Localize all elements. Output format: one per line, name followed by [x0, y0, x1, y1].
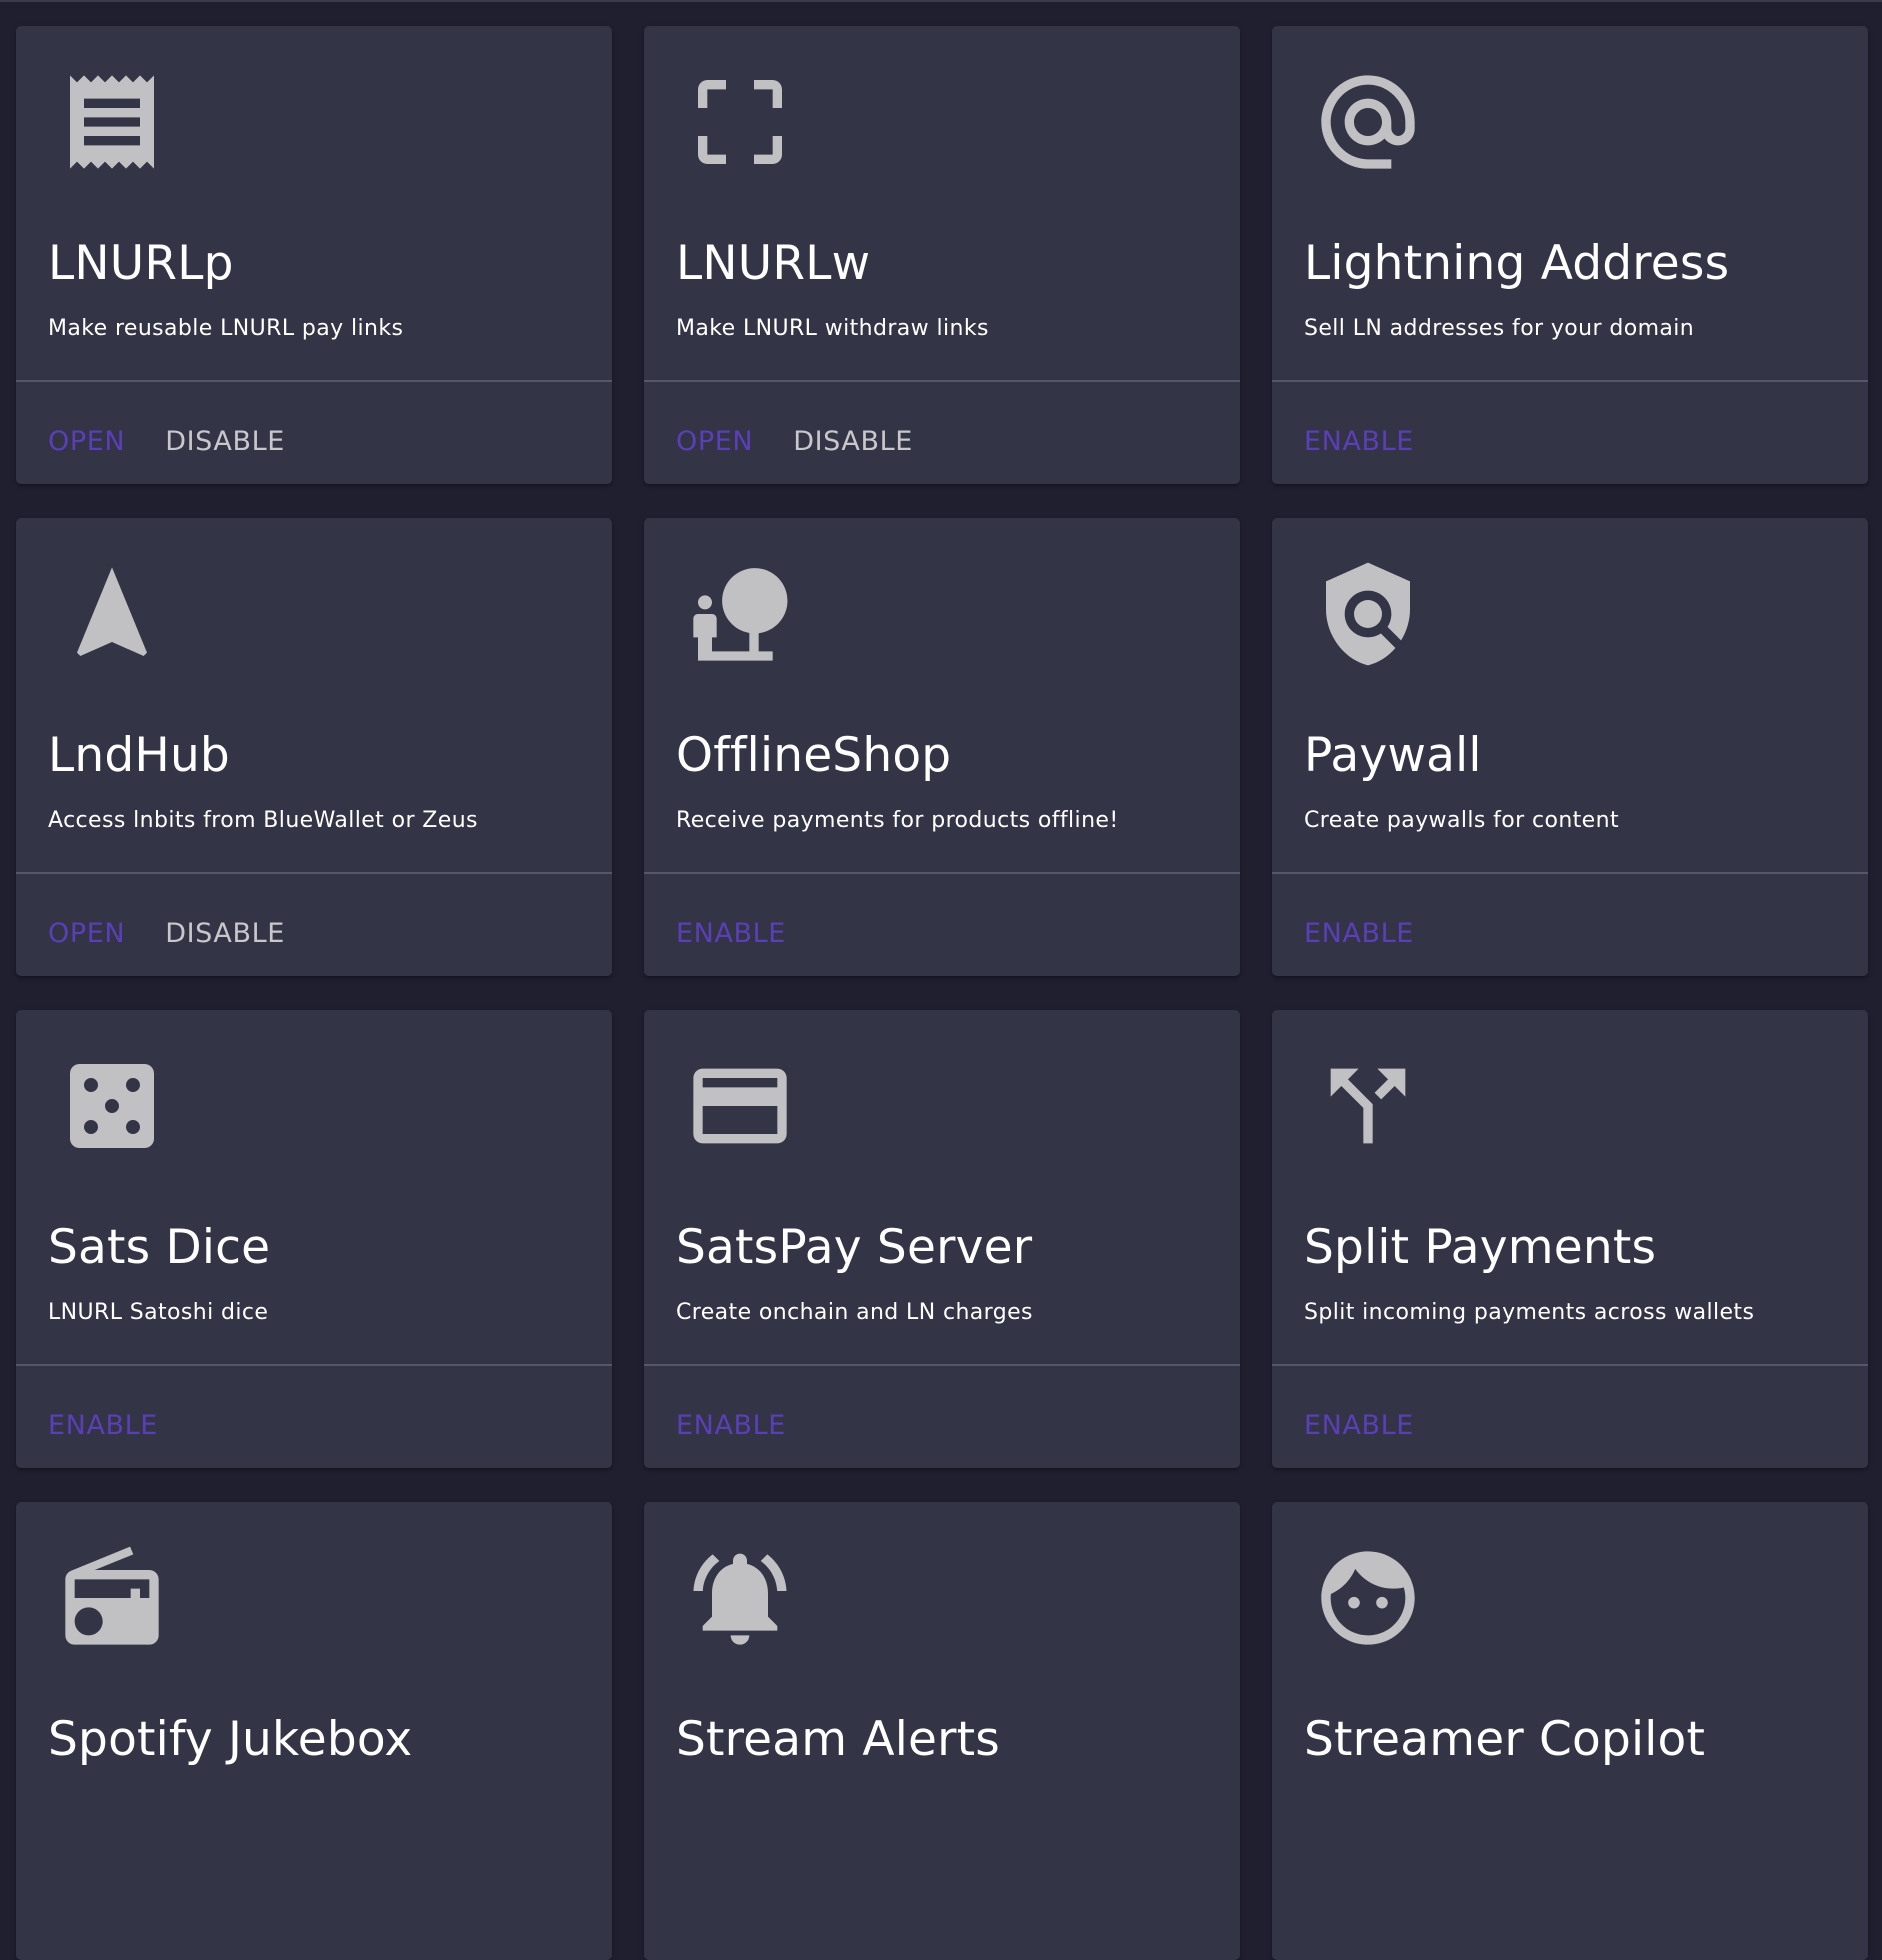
extension-card-lnurlw: LNURLw Make LNURL withdraw links OPEN DISAB… [644, 26, 1240, 484]
extension-description: Receive payments for products offline! [676, 808, 1119, 833]
extension-title: LNURLp [48, 236, 234, 291]
disable-button[interactable]: DISABLE [165, 428, 285, 455]
extension-card-paywall: Paywall Create paywalls for content ENABLE [1272, 518, 1868, 976]
casino-icon [56, 1050, 168, 1162]
extension-card-spotify-jukebox: Spotify Jukebox [16, 1502, 612, 1960]
enable-button[interactable]: ENABLE [676, 1412, 786, 1439]
card-actions: ENABLE [48, 1412, 158, 1439]
call-split-icon [1312, 1050, 1424, 1162]
extension-card-stream-alerts: Stream Alerts [644, 1502, 1240, 1960]
card-divider [16, 380, 612, 382]
extension-description: Split incoming payments across wallets [1304, 1300, 1755, 1325]
card-divider [16, 1364, 612, 1366]
card-divider [644, 1364, 1240, 1366]
extension-title: LNURLw [676, 236, 871, 291]
open-button[interactable]: OPEN [676, 428, 753, 455]
open-button[interactable]: OPEN [48, 920, 125, 947]
disable-button[interactable]: DISABLE [793, 428, 913, 455]
card-actions: ENABLE [676, 1412, 786, 1439]
extension-title: Spotify Jukebox [48, 1712, 413, 1767]
extension-description: Create onchain and LN charges [676, 1300, 1033, 1325]
navigation-icon [56, 558, 168, 670]
extension-description: Make LNURL withdraw links [676, 316, 989, 341]
extension-title: Paywall [1304, 728, 1482, 783]
card-actions: ENABLE [1304, 1412, 1414, 1439]
extension-description: LNURL Satoshi dice [48, 1300, 269, 1325]
extension-card-lightning-address: Lightning Address Sell LN addresses for y… [1272, 26, 1868, 484]
extension-title: LndHub [48, 728, 230, 783]
extension-title: Split Payments [1304, 1220, 1657, 1275]
enable-button[interactable]: ENABLE [676, 920, 786, 947]
extension-title: Streamer Copilot [1304, 1712, 1706, 1767]
extension-title: Stream Alerts [676, 1712, 1000, 1767]
extension-title: OfflineShop [676, 728, 952, 783]
top-border [0, 0, 1882, 2]
radio-icon [56, 1542, 168, 1654]
card-divider [1272, 1364, 1868, 1366]
extensions-grid: LNURLp Make reusable LNURL pay links OPEN D… [16, 26, 1868, 1960]
card-divider [16, 872, 612, 874]
card-actions: ENABLE [676, 920, 786, 947]
card-actions: ENABLE [1304, 920, 1414, 947]
open-button[interactable]: OPEN [48, 428, 125, 455]
disable-button[interactable]: DISABLE [165, 920, 285, 947]
extension-title: Lightning Address [1304, 236, 1730, 291]
notifications-active-icon [684, 1542, 796, 1654]
card-actions: OPEN DISABLE [48, 428, 285, 455]
credit-card-icon [684, 1050, 796, 1162]
extension-description: Create paywalls for content [1304, 808, 1619, 833]
extension-card-streamer-copilot: Streamer Copilot [1272, 1502, 1868, 1960]
extension-card-satspay-server: SatsPay Server Create onchain and LN char… [644, 1010, 1240, 1468]
extension-description: Make reusable LNURL pay links [48, 316, 404, 341]
receipt-icon [56, 66, 168, 178]
card-actions: OPEN DISABLE [48, 920, 285, 947]
extension-card-sats-dice: Sats Dice LNURL Satoshi dice ENABLE [16, 1010, 612, 1468]
card-divider [644, 380, 1240, 382]
card-divider [644, 872, 1240, 874]
face-icon [1312, 1542, 1424, 1654]
card-actions: OPEN DISABLE [676, 428, 913, 455]
card-divider [1272, 872, 1868, 874]
extension-title: Sats Dice [48, 1220, 271, 1275]
enable-button[interactable]: ENABLE [48, 1412, 158, 1439]
crop-free-icon [684, 66, 796, 178]
extension-card-lnurlp: LNURLp Make reusable LNURL pay links OPEN D… [16, 26, 612, 484]
extension-description: Access lnbits from BlueWallet or Zeus [48, 808, 478, 833]
extension-title: SatsPay Server [676, 1220, 1033, 1275]
nature-people-icon [684, 558, 796, 670]
enable-button[interactable]: ENABLE [1304, 428, 1414, 455]
extension-card-lndhub: LndHub Access lnbits from BlueWallet or Z… [16, 518, 612, 976]
card-actions: ENABLE [1304, 428, 1414, 455]
policy-icon [1312, 558, 1424, 670]
alternate-email-icon [1312, 66, 1424, 178]
extension-description: Sell LN addresses for your domain [1304, 316, 1695, 341]
card-divider [1272, 380, 1868, 382]
enable-button[interactable]: ENABLE [1304, 920, 1414, 947]
extension-card-offlineshop: OfflineShop Receive payments for products… [644, 518, 1240, 976]
extension-card-split-payments: Split Payments Split incoming payments ac… [1272, 1010, 1868, 1468]
enable-button[interactable]: ENABLE [1304, 1412, 1414, 1439]
